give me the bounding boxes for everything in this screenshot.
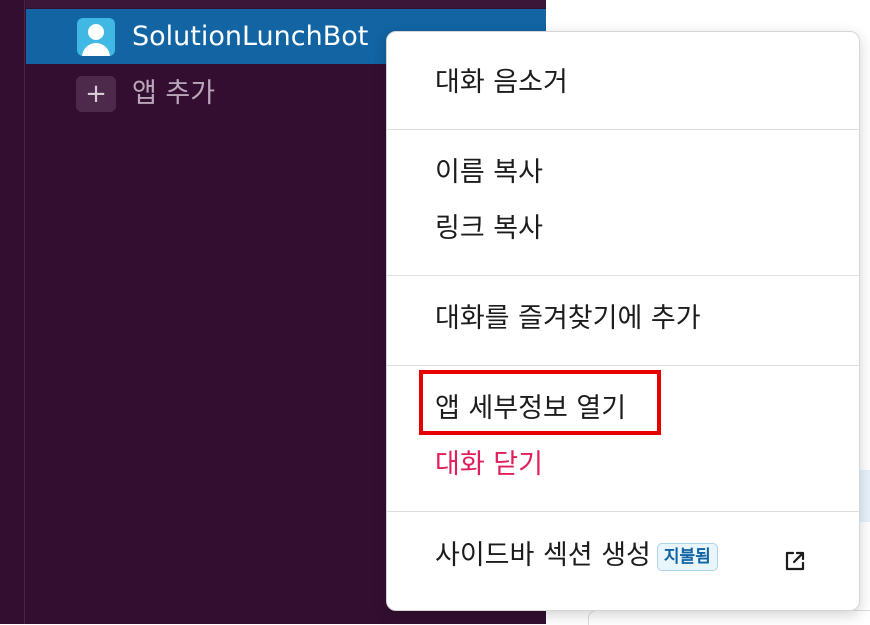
menu-item-add-favorite[interactable]: 대화를 즐겨찾기에 추가 [435,301,701,337]
context-menu: 대화 음소거 이름 복사 링크 복사 대화를 즐겨찾기에 추가 앱 세부정보 열… [386,31,860,611]
menu-divider [387,129,859,130]
external-link-icon[interactable] [783,549,807,573]
paid-badge: 지불됨 [656,542,718,571]
menu-item-create-section[interactable]: 사이드바 섹션 생성 지불됨 [435,538,718,574]
sidebar-top-strip [26,0,546,8]
menu-item-copy-name[interactable]: 이름 복사 [435,155,543,191]
menu-item-close-conversation[interactable]: 대화 닫기 [435,447,543,483]
sidebar-item-label: SolutionLunchBot [132,21,369,52]
menu-divider [387,365,859,366]
avatar [77,18,115,56]
menu-item-copy-link[interactable]: 링크 복사 [435,211,543,247]
add-app-label: 앱 추가 [132,78,216,109]
background-panel-edge [588,610,870,625]
menu-item-create-section-label: 사이드바 섹션 생성 [435,540,651,571]
plus-icon: + [76,76,116,112]
menu-divider [387,275,859,276]
menu-divider [387,511,859,512]
add-app-button[interactable]: + 앱 추가 [76,74,376,114]
menu-item-mute[interactable]: 대화 음소거 [435,65,568,101]
menu-item-open-app-details[interactable]: 앱 세부정보 열기 [435,391,626,427]
sidebar-divider [24,0,25,624]
